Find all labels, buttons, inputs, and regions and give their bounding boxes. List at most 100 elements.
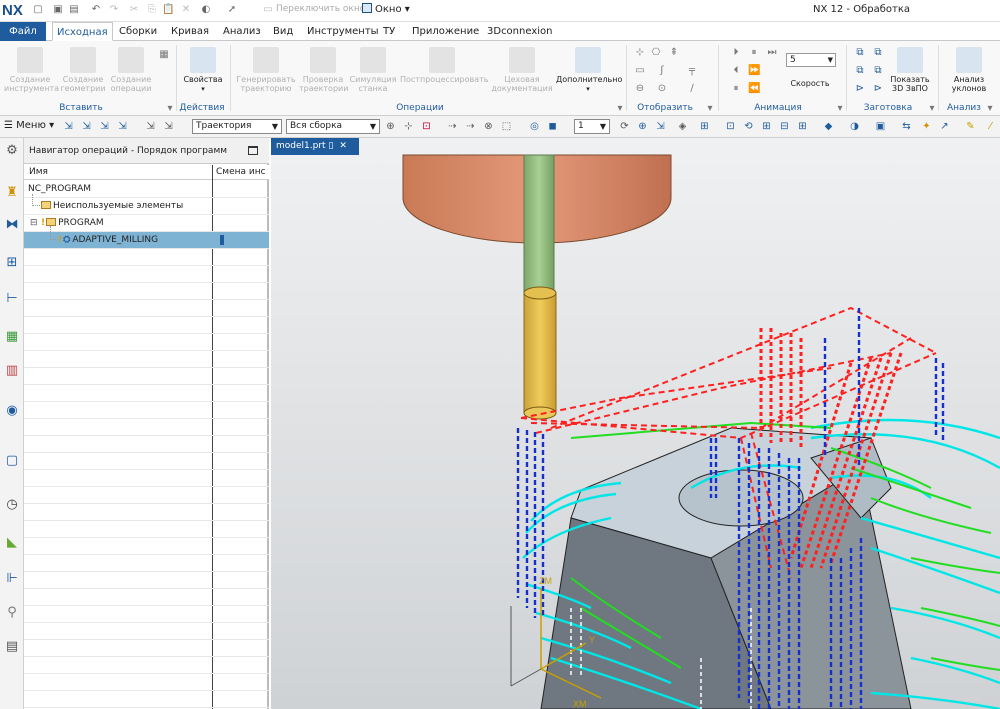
tool-icon-5[interactable]: ⊞ [698, 120, 711, 133]
tab-curve[interactable]: Кривая [167, 22, 213, 41]
maximize-icon[interactable] [248, 146, 258, 155]
anim-pause-icon[interactable]: ⏸ [730, 83, 742, 95]
display-icon-7[interactable]: ⊖ [634, 83, 646, 95]
anim-back-icon[interactable]: ⏴ [730, 65, 742, 77]
tab-home[interactable]: Исходная [52, 22, 113, 41]
tool-icon-4[interactable]: ◈ [676, 120, 689, 133]
operation-navigator-icon[interactable]: ⊢ [3, 290, 21, 308]
operations-expand-icon[interactable]: ▾ [614, 103, 626, 115]
tab-assemblies[interactable]: Сборки [115, 22, 161, 41]
reuse-library-icon[interactable]: ▦ [3, 328, 21, 346]
tree-row-nc-program[interactable]: NC_PROGRAM [24, 181, 269, 198]
analysis-expand-icon[interactable]: ▾ [984, 103, 996, 115]
gear-icon[interactable]: ⚙ [3, 142, 21, 160]
type-filter-select[interactable]: Траектория ▼ [192, 119, 282, 134]
tool-icon-13[interactable]: ▣ [874, 120, 887, 133]
animation-expand-icon[interactable]: ▾ [834, 103, 846, 115]
filter-icon-1[interactable]: ⇲ [62, 120, 75, 133]
anim-prev-icon[interactable]: ⏵ [730, 47, 742, 59]
filter-icon-4[interactable]: ⇲ [116, 120, 129, 133]
create-geometry-button[interactable]: Создание геометрии [60, 47, 106, 93]
workpiece-icon-4[interactable]: ⧉ [872, 65, 884, 77]
snap-icon-4[interactable]: ⇢ [446, 120, 459, 133]
web-browser-icon[interactable]: ◉ [3, 402, 21, 420]
tool-icon-6[interactable]: ⊡ [724, 120, 737, 133]
history-icon[interactable]: ▢ [3, 452, 21, 470]
collapse-icon[interactable]: ⊟ [30, 215, 38, 231]
tab-analysis[interactable]: Анализ [219, 22, 265, 41]
insert-more-icon[interactable]: ▦ [158, 49, 170, 61]
snap-icon-6[interactable]: ⊗ [482, 120, 495, 133]
anim-rewind-icon[interactable]: ⏪ [748, 83, 760, 95]
switch-window-button[interactable]: Переключить окно [276, 4, 365, 14]
tab-tools[interactable]: Инструменты [303, 22, 383, 41]
insert-expand-icon[interactable]: ▾ [164, 103, 176, 115]
simulate-machine-button[interactable]: Симуляция станка [349, 47, 397, 93]
generate-path-button[interactable]: Генерировать траекторию [236, 47, 296, 93]
anim-next-icon[interactable]: ⏭ [766, 47, 778, 59]
tool-icon-10[interactable]: ⊞ [796, 120, 809, 133]
tool-icon-2[interactable]: ⊕ [636, 120, 649, 133]
display-icon-5[interactable]: ʃ [656, 65, 668, 77]
display-icon-2[interactable]: ⎔ [650, 47, 662, 59]
workpiece-icon-2[interactable]: ⧉ [872, 47, 884, 59]
system-materials-icon[interactable]: ⊩ [3, 570, 21, 588]
visualization-icon[interactable]: ⚲ [3, 604, 21, 622]
machine-tool-icon[interactable]: ▥ [3, 362, 21, 380]
quick-access-icon[interactable]: ▢ [32, 4, 44, 16]
anim-fwd-icon[interactable]: ⏩ [748, 65, 760, 77]
tool-icon-7[interactable]: ⟲ [742, 120, 755, 133]
window-menu[interactable]: Окно ▾ [362, 3, 410, 15]
tool-icon-18[interactable]: ⁄ [984, 120, 997, 133]
column-name[interactable]: Имя [29, 167, 48, 177]
display-expand-icon[interactable]: ▾ [704, 103, 716, 115]
speed-input[interactable]: 5 ▼ [786, 53, 836, 67]
tab-tu[interactable]: ТУ [379, 22, 399, 41]
snap-icon-3[interactable]: ⊡ [420, 120, 433, 133]
tab-3dconnexion[interactable]: 3Dconnexion [483, 22, 556, 41]
redo-icon[interactable]: ↷ [108, 4, 120, 16]
tool-icon-15[interactable]: ✦ [920, 120, 933, 133]
repeat-command-icon[interactable]: ➚ [226, 4, 238, 16]
tool-icon-8[interactable]: ⊞ [760, 120, 773, 133]
copy-icon[interactable]: ⎘ [146, 4, 158, 16]
tool-icon-3[interactable]: ⇲ [654, 120, 667, 133]
scope-select[interactable]: Вся сборка ▼ [286, 119, 380, 134]
workpiece-expand-icon[interactable]: ▾ [926, 103, 938, 115]
column-toolchange[interactable]: Смена инс [216, 167, 266, 177]
workpiece-icon-3[interactable]: ⧉ [854, 65, 866, 77]
tab-application[interactable]: Приложение [408, 22, 483, 41]
properties-button[interactable]: Свойства ▾ [182, 47, 224, 94]
tab-view[interactable]: Вид [269, 22, 297, 41]
tool-icon-9[interactable]: ⊟ [778, 120, 791, 133]
clock-icon[interactable]: ◷ [3, 496, 21, 514]
workpiece-icon-5[interactable]: ⊳ [854, 83, 866, 95]
display-icon-4[interactable]: ▭ [634, 65, 646, 77]
display-icon-9[interactable]: ∕ [686, 83, 698, 95]
tree-row-adaptive-milling[interactable]: !⛭ ADAPTIVE_MILLING [24, 226, 269, 249]
roles-icon[interactable]: ◣ [3, 534, 21, 552]
view-icon-2[interactable]: ◼ [546, 120, 559, 133]
tab-model1[interactable]: model1.prt ▯ ✕ [271, 138, 359, 155]
filter-icon-3[interactable]: ⇲ [98, 120, 111, 133]
view-icon-1[interactable]: ◎ [528, 120, 541, 133]
create-tool-button[interactable]: Создание инструмента [4, 47, 59, 93]
paste-icon[interactable]: 📋 [162, 4, 174, 16]
show-3d-button[interactable]: Показать 3D ЗвПО [886, 47, 934, 93]
shop-doc-button[interactable]: Цеховая документация [490, 47, 554, 93]
tree-row-program[interactable]: ⊟ ! PROGRAM [24, 215, 269, 232]
undo-icon[interactable]: ↶ [90, 4, 102, 16]
tool-icon-17[interactable]: ✎ [964, 120, 977, 133]
command-finder-icon[interactable]: ◐ [200, 4, 212, 16]
more-button[interactable]: Дополнительно ▾ [556, 47, 622, 94]
snap-icon-5[interactable]: ⇢ [464, 120, 477, 133]
postprocess-button[interactable]: Постпроцессировать [400, 47, 489, 84]
display-icon-6[interactable]: ╤ [686, 65, 698, 77]
count-select[interactable]: 1 ▼ [574, 119, 610, 134]
display-icon-1[interactable]: ⊹ [634, 47, 646, 59]
assembly-navigator-icon[interactable]: ⧓ [3, 216, 21, 234]
cut-icon[interactable]: ✂ [128, 4, 140, 16]
filter-icon-6[interactable]: ⇲ [162, 120, 175, 133]
display-icon-3[interactable]: ⇞ [668, 47, 680, 59]
snap-icon-7[interactable]: ⬚ [500, 120, 513, 133]
